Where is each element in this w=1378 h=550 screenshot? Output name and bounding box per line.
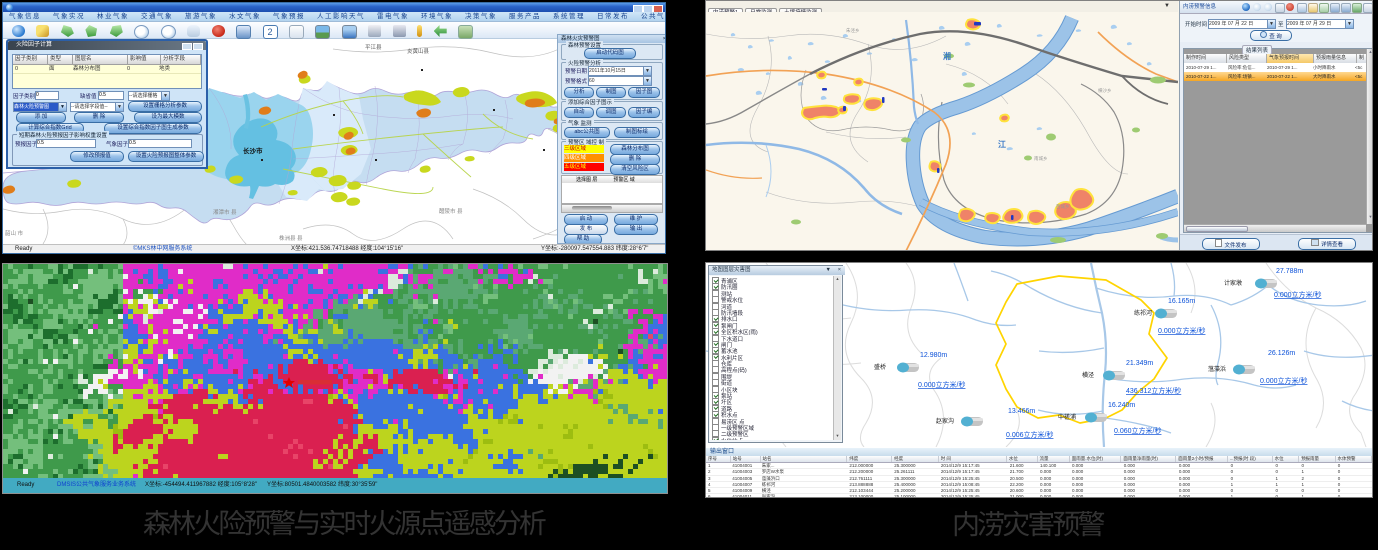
svg-text:27.788m: 27.788m (1276, 268, 1303, 275)
svg-text:练祁河: 练祁河 (1134, 309, 1152, 317)
svg-text:湘: 湘 (943, 51, 951, 61)
svg-text:横泾: 横泾 (1082, 371, 1094, 379)
svg-text:16.165m: 16.165m (1168, 298, 1195, 305)
svg-text:0.006立方米/秒: 0.006立方米/秒 (1006, 430, 1053, 439)
svg-text:湘潭市 县: 湘潭市 县 (213, 208, 237, 216)
svg-text:中槎浦: 中槎浦 (1058, 413, 1076, 421)
svg-text:0.000立方米/秒: 0.000立方米/秒 (1274, 290, 1321, 299)
svg-text:江: 江 (998, 139, 1006, 149)
svg-text:赵家沟: 赵家沟 (936, 417, 954, 425)
svg-text:12.980m: 12.980m (920, 352, 947, 359)
svg-text:南城乡: 南城乡 (1034, 155, 1048, 162)
svg-text:436.312立方米/秒: 436.312立方米/秒 (1126, 386, 1181, 395)
svg-text:0.000立方米/秒: 0.000立方米/秒 (1260, 376, 1307, 385)
svg-text:26.126m: 26.126m (1268, 350, 1295, 357)
svg-text:平江县: 平江县 (365, 44, 382, 51)
svg-text:株洲县 县: 株洲县 县 (279, 234, 303, 242)
svg-text:横沙乡: 横沙乡 (1098, 87, 1112, 94)
svg-text:13.466m: 13.466m (1008, 408, 1035, 415)
svg-text:西城乡: 西城乡 (1056, 203, 1070, 210)
svg-text:醴陵市 县: 醴陵市 县 (439, 207, 463, 215)
svg-text:0.000立方米/秒: 0.000立方米/秒 (1158, 326, 1205, 335)
svg-text:0.060立方米/秒: 0.060立方米/秒 (1114, 426, 1161, 435)
svg-text:计家墩: 计家墩 (1224, 279, 1242, 287)
svg-text:炎黄山县: 炎黄山县 (407, 47, 430, 55)
svg-text:长沙市: 长沙市 (243, 146, 263, 155)
svg-text:盛桥: 盛桥 (874, 363, 886, 371)
svg-text:21.349m: 21.349m (1126, 360, 1153, 367)
svg-text:韶山 市: 韶山 市 (5, 229, 24, 237)
svg-text:16.240m: 16.240m (1108, 402, 1135, 409)
svg-text:朱泾乡: 朱泾乡 (846, 27, 860, 34)
svg-text:蕰藻浜: 蕰藻浜 (1208, 365, 1226, 373)
svg-text:0.000立方米/秒: 0.000立方米/秒 (918, 380, 965, 389)
